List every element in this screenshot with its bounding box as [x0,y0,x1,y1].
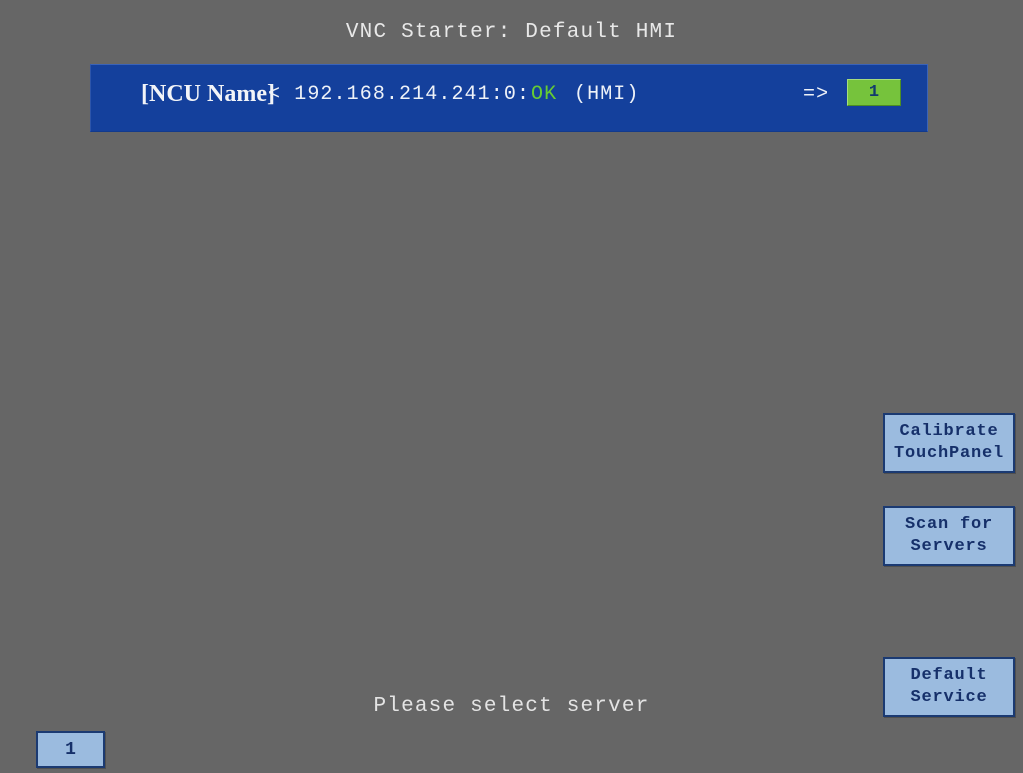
server-status-text: OK [531,83,558,106]
scan-for-servers-label-line2: Servers [910,537,988,556]
calibrate-touchpanel-label-line2: TouchPanel [893,444,1005,463]
server-type-text: (HMI) [574,83,640,106]
app-title: VNC Starter: Default HMI [345,21,678,44]
server-index-button-1[interactable]: 1 [36,731,105,768]
server-entry-content: [NCU Name] < 192.168.214.241:0: OK (HMI)… [91,65,927,131]
server-ncu-name: [NCU Name] [141,81,275,107]
server-separator: < [268,83,282,106]
selection-prompt: Please select server [373,695,650,718]
default-service-label-line1: Default [910,666,988,685]
scan-for-servers-button[interactable]: Scan for Servers [883,506,1015,566]
server-address: < 192.168.214.241:0: [268,83,530,106]
calibrate-touchpanel-button[interactable]: Calibrate TouchPanel [883,413,1015,473]
server-entry-row[interactable]: [NCU Name] < 192.168.214.241:0: OK (HMI)… [90,64,928,132]
calibrate-touchpanel-label-line1: Calibrate [899,422,999,441]
scan-for-servers-label-line1: Scan for [904,515,993,534]
server-arrow-icon: => [803,83,830,106]
server-address-value [281,83,294,106]
server-index-badge[interactable]: 1 [847,79,901,106]
server-address-text: 192.168.214.241:0: [294,83,531,106]
